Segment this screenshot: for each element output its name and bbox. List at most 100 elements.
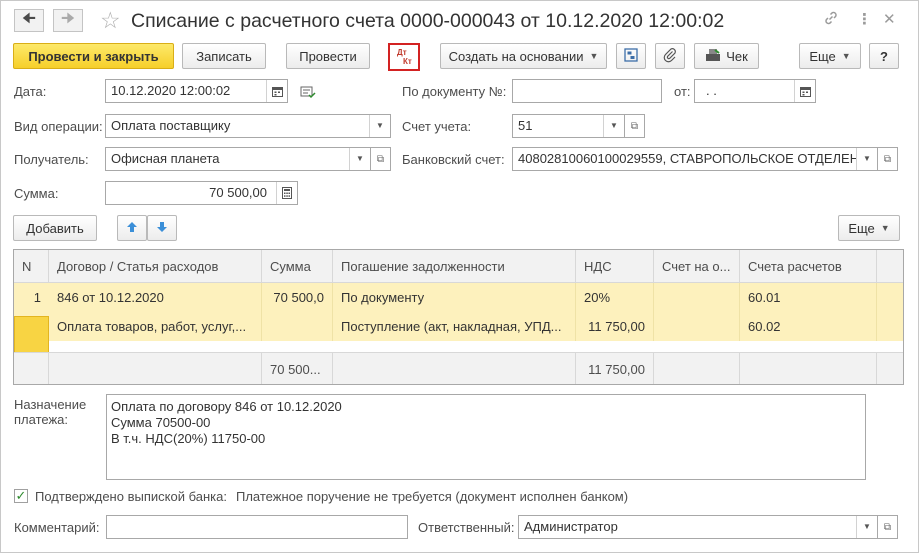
- advance-account-cell[interactable]: 60.02: [740, 312, 877, 341]
- footer-cell: [740, 352, 877, 384]
- table-row[interactable]: 1 846 от 10.12.2020 Оплата товаров, рабо…: [14, 283, 903, 374]
- sum-field[interactable]: 70 500,00: [105, 181, 298, 205]
- forward-button[interactable]: 🠊: [53, 9, 83, 32]
- move-down-button[interactable]: [147, 215, 177, 241]
- structure-button[interactable]: [616, 43, 646, 69]
- column-header-contract[interactable]: Договор / Статья расходов: [49, 250, 262, 283]
- attach-button[interactable]: [655, 43, 685, 69]
- doc-date-field[interactable]: . .: [694, 79, 816, 103]
- chevron-down-icon: ▼: [589, 51, 599, 61]
- bank-confirmed-note: Платежное поручение не требуется (докуме…: [236, 489, 629, 504]
- column-header-sum[interactable]: Сумма: [262, 250, 333, 283]
- sum-label: Сумма:: [14, 186, 59, 201]
- column-header-repayment[interactable]: Погашение задолженности: [333, 250, 576, 283]
- open-recipient-button[interactable]: ⧉: [371, 147, 391, 171]
- receipt-button[interactable]: Чек: [694, 43, 759, 69]
- bank-confirmed-checkbox[interactable]: ✓: [14, 489, 28, 503]
- column-header-n[interactable]: N: [14, 250, 49, 283]
- table-more-label: Еще: [848, 220, 875, 236]
- repayment-cell[interactable]: По документу: [333, 283, 576, 312]
- calendar-icon[interactable]: [266, 80, 287, 102]
- date-field[interactable]: 10.12.2020 12:00:02: [105, 79, 288, 103]
- comment-field[interactable]: [106, 515, 408, 539]
- vat-sum-cell[interactable]: 11 750,00: [576, 312, 654, 341]
- repayment-document-cell[interactable]: Поступление (акт, накладная, УПД...: [333, 312, 576, 341]
- account-select[interactable]: 51 ▼: [512, 114, 625, 138]
- invoice-account-cell[interactable]: [654, 283, 740, 341]
- column-header-invoice-account[interactable]: Счет на о...: [654, 250, 740, 283]
- calculator-icon[interactable]: [276, 182, 297, 204]
- operation-type-value: Оплата поставщику: [111, 118, 231, 133]
- open-bank-account-button[interactable]: ⧉: [878, 147, 898, 171]
- structure-icon: [623, 47, 639, 66]
- sum-cell-empty[interactable]: [262, 312, 333, 341]
- doc-number-label: По документу №:: [402, 84, 507, 99]
- chevron-down-icon[interactable]: ▼: [856, 148, 877, 170]
- doc-date-value: . .: [706, 83, 717, 98]
- table-more-button[interactable]: Еще ▼: [838, 215, 900, 241]
- star-icon[interactable]: ☆: [100, 7, 121, 33]
- responsible-select[interactable]: Администратор ▼: [518, 515, 878, 539]
- payment-purpose-textarea[interactable]: Оплата по договору 846 от 10.12.2020 Сум…: [106, 394, 866, 480]
- account-label: Счет учета:: [402, 119, 472, 134]
- operation-type-select[interactable]: Оплата поставщику ▼: [105, 114, 391, 138]
- sum-cell[interactable]: 70 500,0: [262, 283, 333, 312]
- page-title: Списание с расчетного счета 0000-000043 …: [131, 10, 725, 32]
- footer-cell: [333, 352, 576, 384]
- dt-label: Дт: [397, 48, 407, 57]
- post-and-close-button[interactable]: Провести и закрыть: [13, 43, 174, 69]
- doc-number-field[interactable]: [512, 79, 662, 103]
- create-based-on-label: Создать на основании: [448, 48, 584, 64]
- add-row-button[interactable]: Добавить: [13, 215, 97, 241]
- save-button[interactable]: Записать: [182, 43, 266, 69]
- dt-kt-button[interactable]: Дт Кт: [388, 43, 420, 71]
- chevron-down-icon[interactable]: ▼: [856, 516, 877, 538]
- arrow-left-icon: 🠈: [22, 10, 36, 27]
- back-button[interactable]: 🠈: [14, 9, 44, 32]
- calendar-icon[interactable]: [794, 80, 815, 102]
- kt-label: Кт: [403, 57, 412, 66]
- link-icon[interactable]: [823, 10, 839, 32]
- contract-cell[interactable]: 846 от 10.12.2020: [49, 283, 262, 312]
- document-check-icon[interactable]: [300, 85, 316, 102]
- checkmark-icon: ✓: [15, 488, 27, 503]
- bank-confirmed-label: Подтверждено выпиской банка:: [35, 489, 227, 504]
- create-based-on-button[interactable]: Создать на основании ▼: [440, 43, 607, 69]
- more-button[interactable]: Еще ▼: [799, 43, 861, 69]
- recipient-select[interactable]: Офисная планета ▼: [105, 147, 371, 171]
- column-header-settlement-accounts[interactable]: Счета расчетов: [740, 250, 877, 283]
- vat-rate-cell[interactable]: 20%: [576, 283, 654, 312]
- column-header-filler: [877, 250, 903, 283]
- payment-table: N Договор / Статья расходов Сумма Погаше…: [13, 249, 904, 385]
- paperclip-icon: [662, 47, 678, 66]
- post-button[interactable]: Провести: [286, 43, 370, 69]
- purpose-line: В т.ч. НДС(20%) 11750-00: [111, 431, 266, 446]
- purpose-line: Оплата по договору 846 от 10.12.2020: [111, 399, 342, 414]
- close-icon[interactable]: ✕: [883, 10, 896, 30]
- help-button[interactable]: ?: [869, 43, 899, 69]
- chevron-down-icon[interactable]: ▼: [603, 115, 624, 137]
- column-header-vat[interactable]: НДС: [576, 250, 654, 283]
- move-up-button[interactable]: [117, 215, 147, 241]
- chevron-down-icon[interactable]: ▼: [369, 115, 390, 137]
- open-account-button[interactable]: ⧉: [625, 114, 645, 138]
- settlement-account-cell[interactable]: 60.01: [740, 283, 877, 312]
- date-label: Дата:: [14, 84, 47, 99]
- arrow-down-icon: [156, 221, 168, 236]
- footer-cell: [14, 352, 49, 384]
- bank-account-select[interactable]: 40802810060100029559, СТАВРОПОЛЬСКОЕ ОТД…: [512, 147, 878, 171]
- more-label: Еще: [809, 48, 836, 64]
- more-vertical-icon[interactable]: ⋮: [857, 10, 872, 30]
- receipt-label: Чек: [726, 48, 748, 64]
- chevron-down-icon: ▼: [841, 51, 851, 61]
- cash-register-icon: [705, 48, 721, 65]
- footer-sum-total: 70 500...: [262, 352, 333, 384]
- bank-account-value: 40802810060100029559, СТАВРОПОЛЬСКОЕ ОТД…: [518, 151, 860, 166]
- chevron-down-icon[interactable]: ▼: [349, 148, 370, 170]
- open-responsible-button[interactable]: ⧉: [878, 515, 898, 539]
- bank-account-label: Банковский счет:: [402, 152, 505, 167]
- comment-label: Комментарий:: [14, 520, 100, 535]
- chevron-down-icon: ▼: [880, 223, 890, 233]
- expense-item-cell[interactable]: Оплата товаров, работ, услуг,...: [49, 312, 262, 341]
- doc-date-label: от:: [674, 84, 691, 99]
